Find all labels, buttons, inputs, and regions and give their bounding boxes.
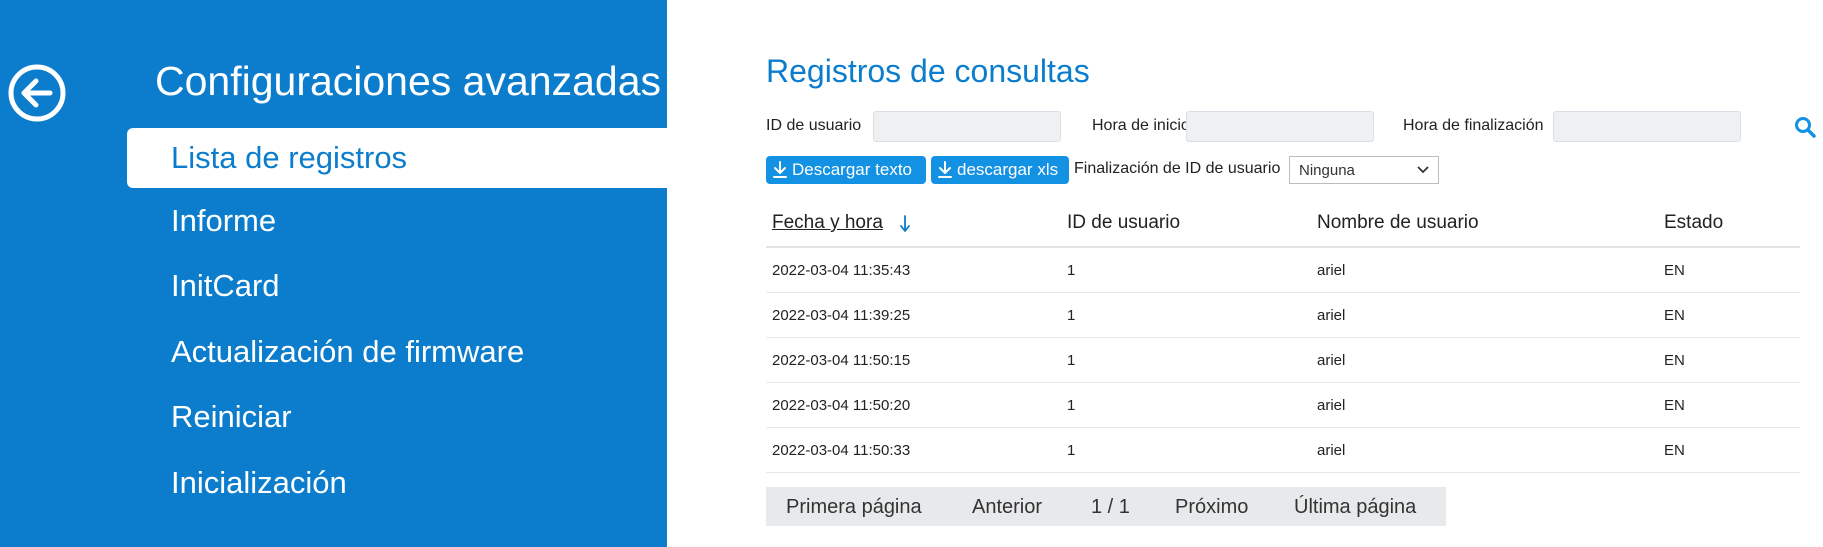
- download-xls-button[interactable]: descargar xls: [931, 156, 1069, 184]
- cell-date: 2022-03-04 11:35:43: [772, 262, 911, 279]
- sidebar-item-label: Actualización de firmware: [171, 333, 525, 369]
- sidebar-title: Configuraciones avanzadas: [155, 58, 661, 104]
- cell-user-name: ariel: [1317, 442, 1346, 459]
- table-row: 2022-03-04 11:35:43 1 ariel EN: [766, 248, 1800, 293]
- download-icon: [938, 161, 952, 178]
- pagination: Primera página Anterior 1 / 1 Próximo Úl…: [766, 487, 1446, 526]
- chevron-down-icon: [1417, 166, 1429, 174]
- column-header-status: Estado: [1664, 212, 1724, 233]
- cell-date: 2022-03-04 11:50:33: [772, 442, 911, 459]
- cell-status: EN: [1664, 262, 1685, 279]
- sidebar-item-lista-de-registros[interactable]: Lista de registros: [127, 128, 667, 188]
- sidebar-item-informe[interactable]: Informe: [0, 188, 667, 254]
- end-time-label: Hora de finalización: [1403, 117, 1544, 134]
- cell-user-id: 1: [1067, 397, 1076, 414]
- cell-status: EN: [1664, 307, 1685, 324]
- select-value: Ninguna: [1299, 161, 1355, 179]
- cell-date: 2022-03-04 11:50:20: [772, 397, 911, 414]
- main-content: Registros de consultas ID de usuario Hor…: [667, 0, 1823, 547]
- last-page-button[interactable]: Última página: [1294, 496, 1416, 519]
- start-time-input[interactable]: [1186, 111, 1374, 142]
- first-page-button[interactable]: Primera página: [786, 496, 922, 519]
- sidebar-item-firmware[interactable]: Actualización de firmware: [0, 319, 667, 385]
- table-row: 2022-03-04 11:50:33 1 ariel EN: [766, 428, 1800, 473]
- table-header: Fecha y hora ID de usuario Nombre de usu…: [766, 200, 1800, 248]
- column-header-user-name: Nombre de usuario: [1317, 212, 1479, 233]
- cell-user-name: ariel: [1317, 307, 1346, 324]
- sidebar-item-label: Informe: [171, 202, 277, 238]
- column-header-user-id: ID de usuario: [1067, 212, 1181, 233]
- cell-user-name: ariel: [1317, 262, 1346, 279]
- user-id-suffix-label: Finalización de ID de usuario: [1074, 160, 1281, 177]
- start-time-label: Hora de inicio: [1092, 117, 1190, 134]
- sidebar-item-reiniciar[interactable]: Reiniciar: [0, 385, 667, 451]
- sidebar-item-label: Reiniciar: [171, 399, 292, 435]
- sidebar-item-initcard[interactable]: InitCard: [0, 254, 667, 320]
- sidebar-item-label: Lista de registros: [171, 140, 408, 175]
- download-xls-label: descargar xls: [957, 160, 1059, 179]
- next-page-button[interactable]: Próximo: [1175, 496, 1248, 519]
- sidebar-nav: Lista de registros Informe InitCard Actu…: [0, 128, 667, 516]
- cell-date: 2022-03-04 11:39:25: [772, 307, 911, 324]
- back-arrow-icon: [8, 64, 66, 122]
- cell-user-name: ariel: [1317, 397, 1346, 414]
- cell-user-name: ariel: [1317, 352, 1346, 369]
- sidebar-item-label: InitCard: [171, 268, 280, 304]
- download-text-button[interactable]: Descargar texto: [766, 156, 926, 184]
- cell-user-id: 1: [1067, 442, 1076, 459]
- cell-user-id: 1: [1067, 352, 1076, 369]
- action-row: Descargar texto descargar xls Finalizaci…: [766, 156, 1566, 184]
- user-id-label: ID de usuario: [766, 117, 862, 134]
- cell-date: 2022-03-04 11:50:15: [772, 352, 911, 369]
- end-time-input[interactable]: [1553, 111, 1741, 142]
- cell-status: EN: [1664, 397, 1685, 414]
- sidebar-item-inicializacion[interactable]: Inicialización: [0, 450, 667, 516]
- sort-down-icon[interactable]: [899, 215, 911, 233]
- user-id-input[interactable]: [873, 111, 1061, 142]
- sidebar-item-label: Inicialización: [171, 464, 347, 500]
- page-title: Registros de consultas: [766, 53, 1090, 89]
- cell-status: EN: [1664, 442, 1685, 459]
- page-indicator: 1 / 1: [1091, 496, 1130, 518]
- download-text-label: Descargar texto: [792, 160, 912, 179]
- cell-user-id: 1: [1067, 262, 1076, 279]
- filter-row: ID de usuario Hora de inicio Hora de fin…: [766, 111, 1816, 142]
- table-row: 2022-03-04 11:50:15 1 ariel EN: [766, 338, 1800, 383]
- table-row: 2022-03-04 11:39:25 1 ariel EN: [766, 293, 1800, 338]
- user-id-suffix-select[interactable]: Ninguna: [1289, 156, 1439, 184]
- previous-page-button[interactable]: Anterior: [972, 496, 1042, 519]
- back-button[interactable]: [6, 62, 68, 124]
- cell-user-id: 1: [1067, 307, 1076, 324]
- search-icon[interactable]: [1793, 115, 1817, 139]
- cell-status: EN: [1664, 352, 1685, 369]
- table-row: 2022-03-04 11:50:20 1 ariel EN: [766, 383, 1800, 428]
- column-header-date[interactable]: Fecha y hora: [772, 212, 883, 234]
- records-table: Fecha y hora ID de usuario Nombre de usu…: [766, 200, 1800, 473]
- download-icon: [773, 161, 787, 178]
- sidebar: Configuraciones avanzadas Lista de regis…: [0, 0, 667, 547]
